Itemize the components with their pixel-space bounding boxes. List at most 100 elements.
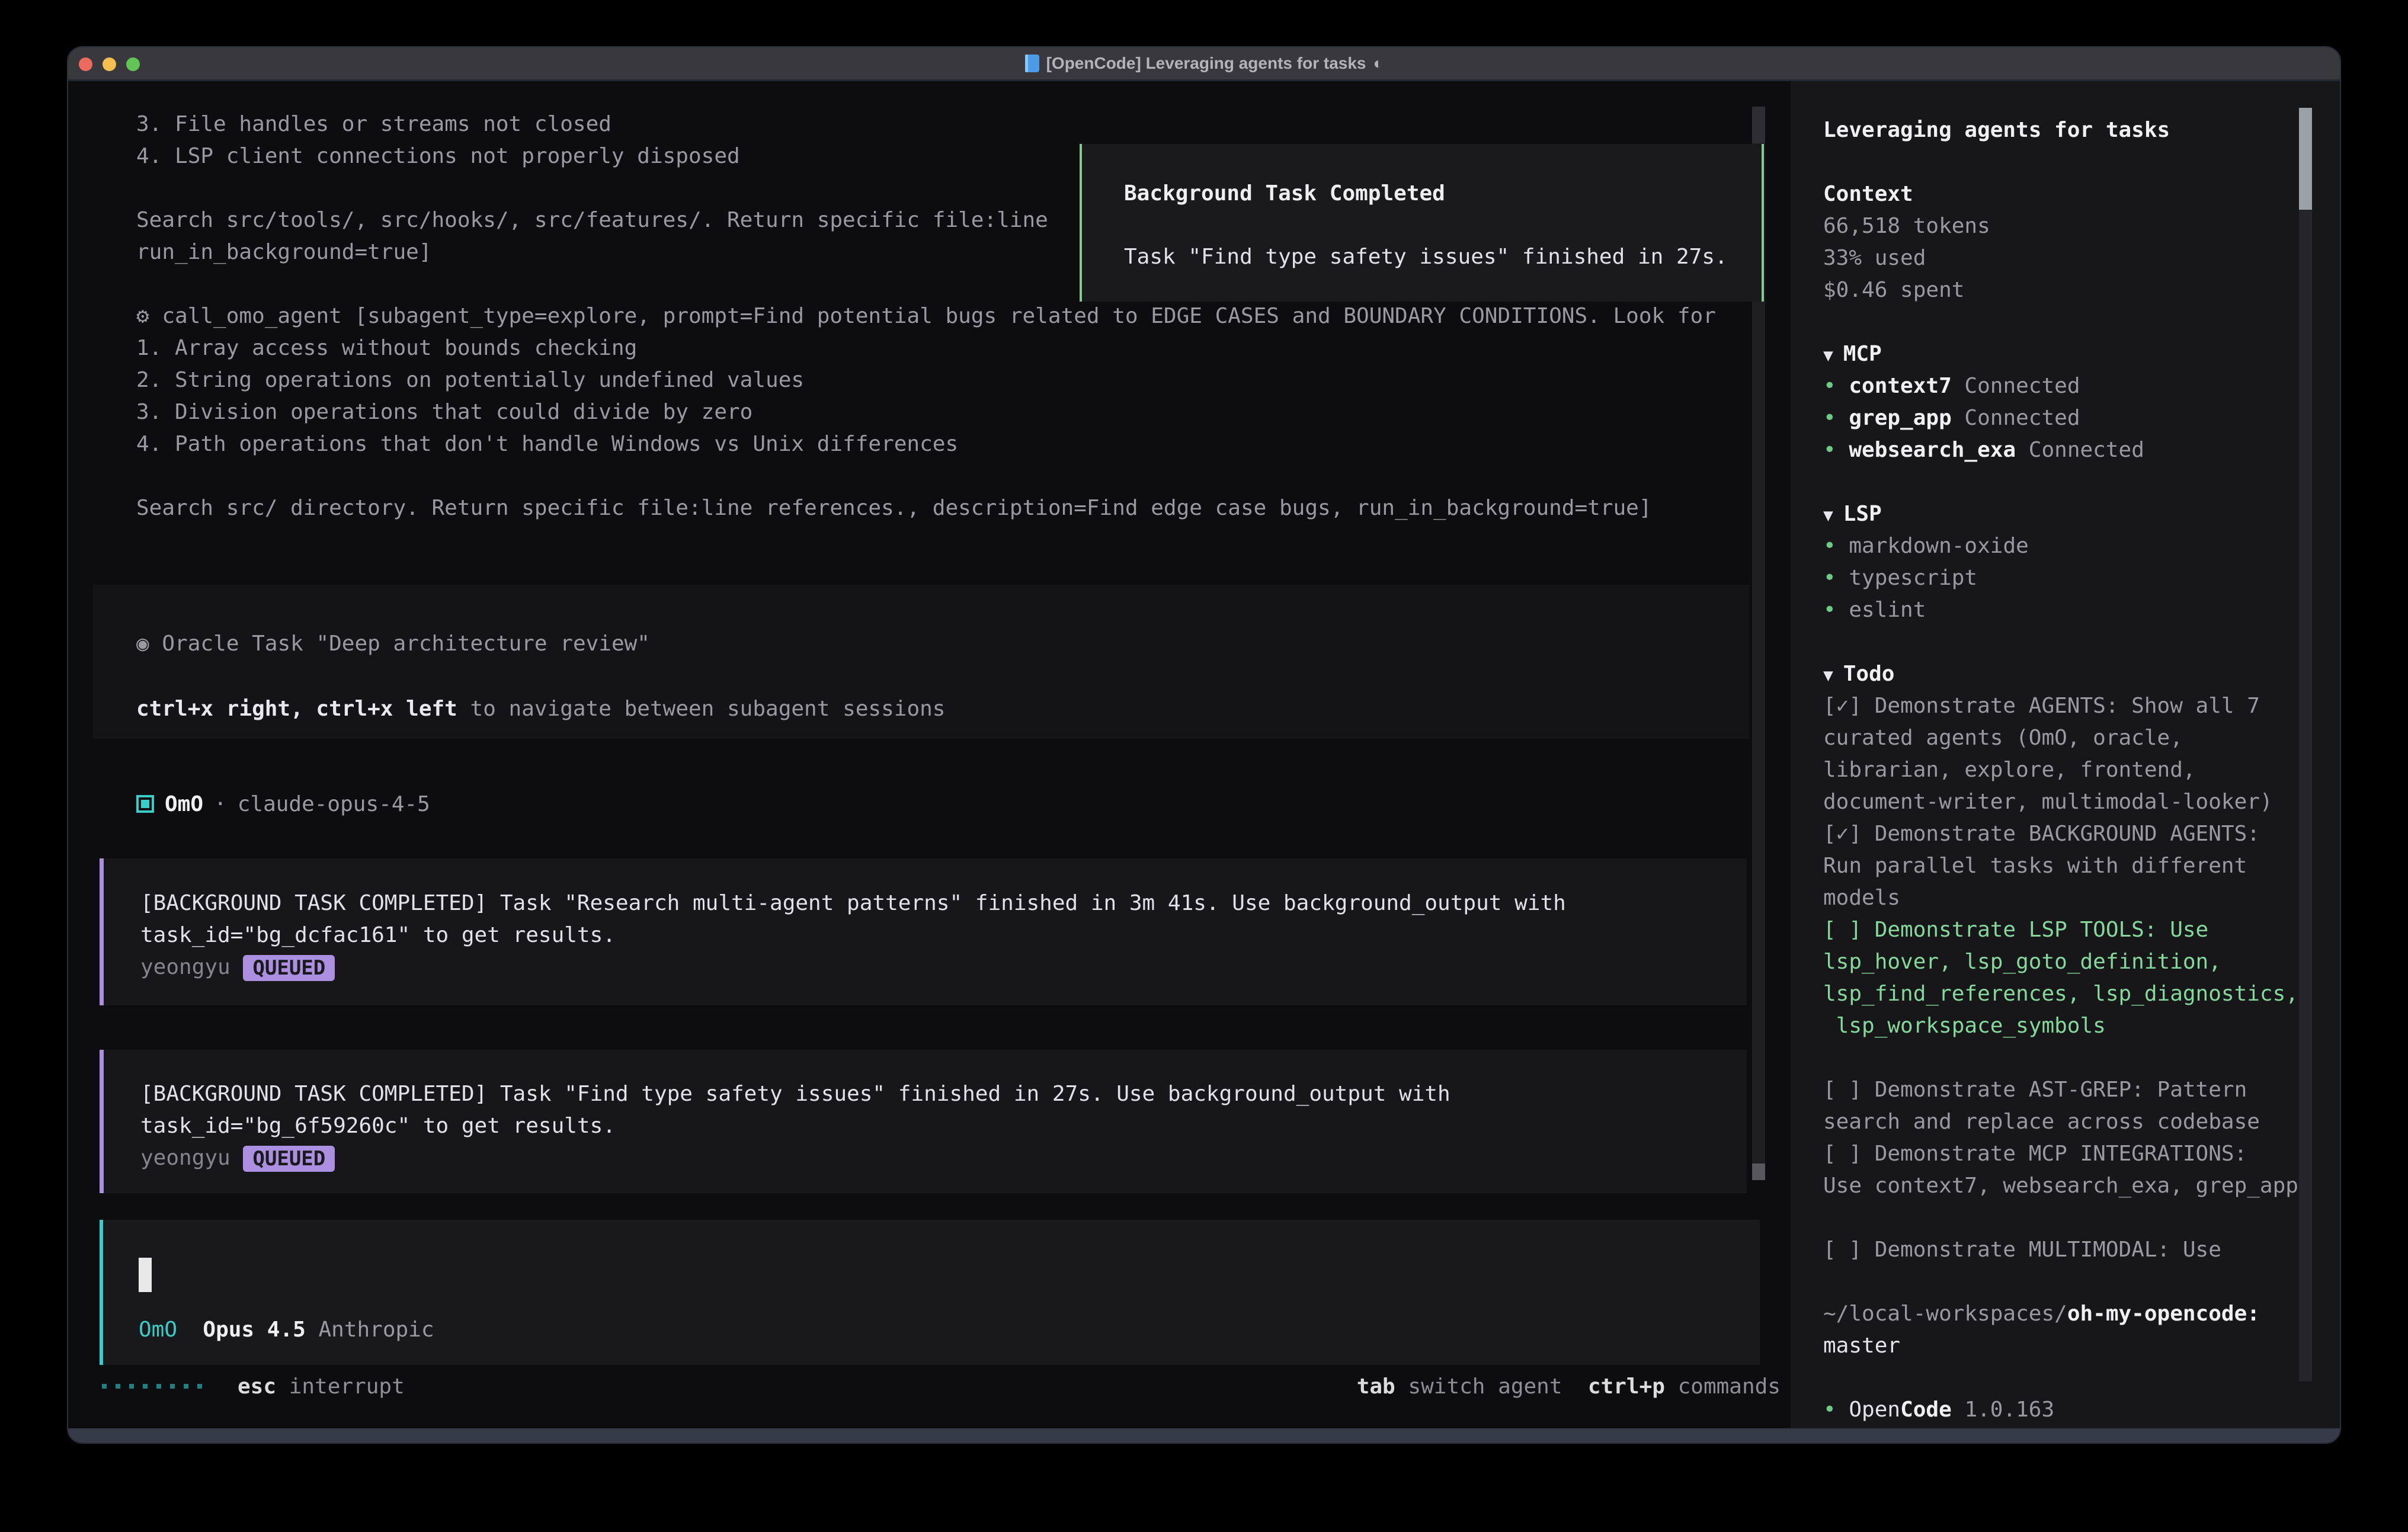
minimize-window-button[interactable] (103, 57, 116, 71)
agent-header-row: OmO · claude-opus-4-5 (136, 788, 430, 820)
tab-key-hint: tab (1357, 1374, 1395, 1399)
traffic-lights (79, 47, 140, 81)
sidebar-line (1823, 1362, 2321, 1394)
status-left: esc interrupt (68, 1374, 405, 1399)
queued-status-badge: QUEUED (243, 955, 335, 981)
spinner-dot (197, 1384, 202, 1389)
sidebar-line (1823, 626, 2321, 658)
terminal-line: Search src/ directory. Return specific f… (136, 492, 1716, 524)
text-cursor (139, 1258, 152, 1292)
window-bottom-edge (68, 1428, 2340, 1443)
sidebar-line: 66,518 tokens (1823, 210, 2321, 242)
prompt-input[interactable]: OmO Opus 4.5 Anthropic (100, 1220, 1760, 1365)
ctrlp-key-hint: ctrl+p (1588, 1374, 1665, 1399)
terminal-line: 1. Array access without bounds checking (136, 332, 1716, 364)
input-agent-name: OmO (139, 1318, 177, 1342)
agent-separator: · (214, 792, 227, 816)
oracle-shortcut-hint: ctrl+x right, ctrl+x left to navigate be… (136, 693, 945, 725)
sidebar-line: • markdown-oxide (1823, 530, 2321, 562)
window-title: [OpenCode] Leveraging agents for tasks (1046, 54, 1366, 73)
sidebar-line: Leveraging agents for tasks (1823, 114, 2321, 146)
sidebar-line: ~/local-workspaces/oh-my-opencode: (1823, 1298, 2321, 1330)
background-task-toast: Background Task Completed Task "Find typ… (1080, 144, 1764, 302)
spinner-dots-icon (102, 1384, 202, 1389)
opencode-terminal-window: [OpenCode] Leveraging agents for tasks ◐… (67, 46, 2341, 1444)
input-model-name: Opus 4.5 (203, 1318, 305, 1342)
sidebar-line: models (1823, 882, 2321, 914)
sidebar-line: [✓] Demonstrate AGENTS: Show all 7 (1823, 690, 2321, 722)
message-line: [BACKGROUND TASK COMPLETED] Task "Resear… (140, 887, 1566, 919)
message-line: task_id="bg_dcfac161" to get results. (140, 919, 1566, 951)
sidebar-line (1823, 306, 2321, 338)
spinner-dot (129, 1384, 134, 1389)
titlebar: [OpenCode] Leveraging agents for tasks ◐ (68, 47, 2340, 81)
message-author: yeongyu (140, 955, 230, 979)
target-icon: ◉ (136, 632, 149, 656)
spinner-dot (184, 1384, 188, 1389)
sidebar-line: [ ] Demonstrate MULTIMODAL: Use (1823, 1234, 2321, 1266)
sidebar-line: • eslint (1823, 594, 2321, 626)
window-title-group: [OpenCode] Leveraging agents for tasks ◐ (1025, 54, 1384, 73)
terminal-line: 4. Path operations that don't handle Win… (136, 428, 1716, 460)
terminal-line: ⚙ call_omo_agent [subagent_type=explore,… (136, 300, 1716, 332)
sidebar-line: [✓] Demonstrate BACKGROUND AGENTS: (1823, 818, 2321, 850)
spinner-dot (116, 1384, 120, 1389)
status-bar: esc interrupt tab switch agent ctrl+p co… (68, 1370, 1781, 1402)
session-sidebar: Leveraging agents for tasks Context66,518… (1791, 81, 2341, 1431)
close-window-button[interactable] (79, 57, 92, 71)
desktop-background: [OpenCode] Leveraging agents for tasks ◐… (0, 0, 2408, 1532)
message-meta-row: yeongyu QUEUED (140, 1142, 1450, 1174)
background-task-message: [BACKGROUND TASK COMPLETED] Task "Resear… (100, 858, 1747, 1005)
document-icon (1025, 55, 1039, 72)
sidebar-line: • grep_app Connected (1823, 402, 2321, 434)
terminal-line (136, 460, 1716, 492)
toast-title: Background Task Completed (1124, 178, 1445, 210)
esc-key-hint: esc (238, 1374, 276, 1399)
sidebar-line: • context7 Connected (1823, 370, 2321, 402)
sidebar-line: search and replace across codebase (1823, 1106, 2321, 1138)
tab-action-label: switch agent (1408, 1374, 1562, 1399)
sidebar-line: ▼ LSP (1823, 498, 2321, 530)
sidebar-line: lsp_find_references, lsp_diagnostics, (1823, 978, 2321, 1010)
main-scrollbar-thumb[interactable] (1752, 1164, 1765, 1180)
status-right: tab switch agent ctrl+p commands (1357, 1374, 1781, 1399)
esc-action-label: interrupt (289, 1374, 405, 1399)
sidebar-line (1823, 1266, 2321, 1298)
sidebar-line: [ ] Demonstrate MCP INTEGRATIONS: (1823, 1138, 2321, 1170)
spinner-dot (170, 1384, 175, 1389)
background-task-message: [BACKGROUND TASK COMPLETED] Task "Find t… (100, 1050, 1747, 1193)
toast-body: Task "Find type safety issues" finished … (1124, 241, 1728, 273)
sidebar-line: lsp_workspace_symbols (1823, 1010, 2321, 1042)
sidebar-line (1823, 466, 2321, 498)
oracle-task-panel: ◉ Oracle Task "Deep architecture review"… (93, 585, 1749, 739)
agent-name: OmO (165, 792, 203, 816)
sidebar-line: • OpenCode 1.0.163 (1823, 1394, 2321, 1426)
sidebar-line: document-writer, multimodal-looker) (1823, 786, 2321, 818)
sidebar-line: librarian, explore, frontend, (1823, 754, 2321, 786)
ctrlp-action-label: commands (1678, 1374, 1781, 1399)
spinner-dot (143, 1384, 148, 1389)
sidebar-line: [ ] Demonstrate AST-GREP: Pattern (1823, 1074, 2321, 1106)
terminal-line: 3. File handles or streams not closed (136, 108, 1716, 140)
sidebar-line: lsp_hover, lsp_goto_definition, (1823, 946, 2321, 978)
sidebar-line: ▼ MCP (1823, 338, 2321, 370)
queued-status-badge: QUEUED (243, 1146, 335, 1172)
sidebar-line (1823, 1202, 2321, 1234)
message-author: yeongyu (140, 1146, 230, 1170)
sidebar-line: Context (1823, 178, 2321, 210)
sidebar-line: 33% used (1823, 242, 2321, 274)
sidebar-line: ▼ Todo (1823, 658, 2321, 690)
zoom-window-button[interactable] (126, 57, 140, 71)
sidebar-line: • typescript (1823, 562, 2321, 594)
message-line: task_id="bg_6f59260c" to get results. (140, 1110, 1450, 1142)
sidebar-line: [ ] Demonstrate LSP TOOLS: Use (1823, 914, 2321, 946)
terminal-line: 2. String operations on potentially unde… (136, 364, 1716, 396)
recording-indicator-icon: ◐ (1373, 54, 1383, 73)
main-scrollbar-thumb-top[interactable] (1752, 107, 1765, 143)
sidebar-scrollbar-track[interactable] (2299, 108, 2312, 1382)
sidebar-line: • websearch_exa Connected (1823, 434, 2321, 466)
sidebar-line: master (1823, 1330, 2321, 1362)
sidebar-content: Leveraging agents for tasks Context66,518… (1823, 114, 2321, 1426)
sidebar-line (1823, 146, 2321, 178)
sidebar-scrollbar-thumb[interactable] (2299, 108, 2312, 210)
